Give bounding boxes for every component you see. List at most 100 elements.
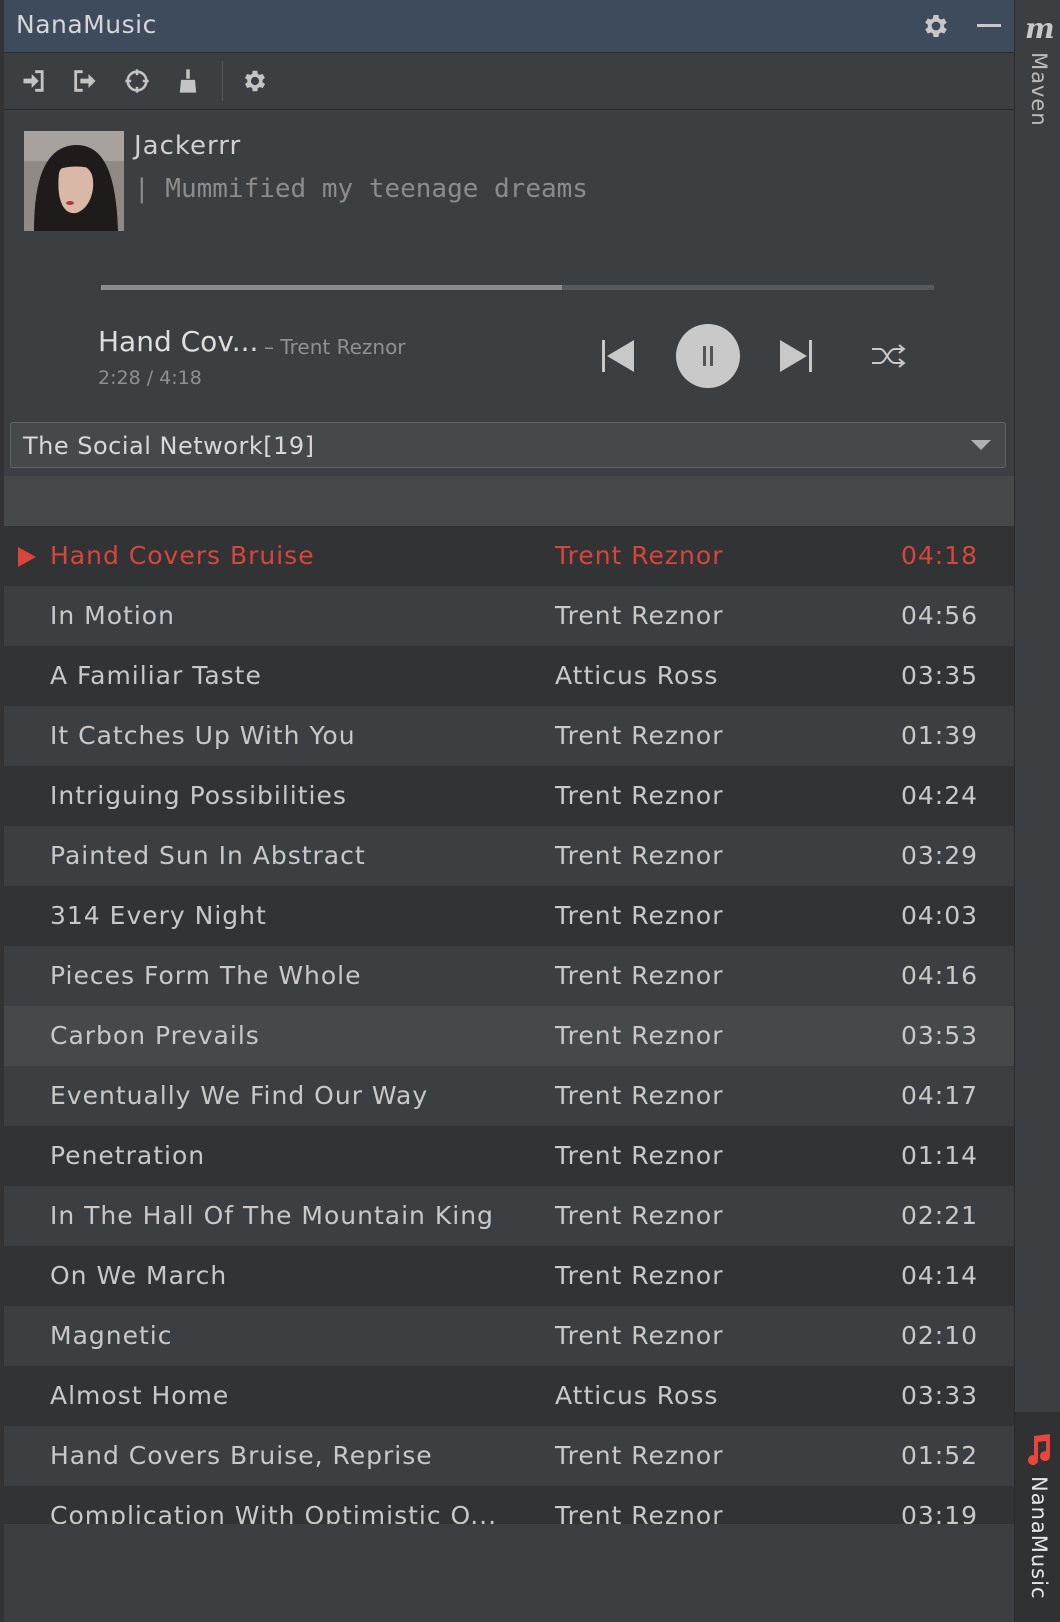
nanamusic-tab[interactable]: NanaMusic: [1015, 1412, 1060, 1622]
toolbar: [4, 53, 1014, 110]
track-artist: Trent Reznor: [555, 901, 724, 930]
now-playing-title: Hand Cov...: [98, 325, 259, 358]
track-title: Penetration: [50, 1141, 206, 1170]
track-duration: 01:14: [901, 1141, 979, 1170]
track-artist: Trent Reznor: [555, 961, 724, 990]
track-duration: 04:16: [901, 961, 979, 990]
username: Jackerrr: [134, 131, 242, 161]
track-title: Eventually We Find Our Way: [50, 1081, 429, 1110]
track-row[interactable]: Penetration Trent Reznor 01:14: [4, 1126, 1014, 1186]
track-artist: Trent Reznor: [555, 541, 724, 570]
track-title: In Motion: [50, 601, 175, 630]
track-title: Magnetic: [50, 1321, 173, 1350]
track-row[interactable]: Carbon Prevails Trent Reznor 03:53: [4, 1006, 1014, 1066]
playback-time: 2:28 / 4:18: [98, 367, 202, 389]
next-track-icon[interactable]: [776, 336, 816, 376]
track-duration: 02:21: [901, 1201, 979, 1230]
track-artist: Atticus Ross: [555, 1381, 719, 1410]
track-title: In The Hall Of The Mountain King: [50, 1201, 494, 1230]
settings-icon[interactable]: [239, 65, 271, 97]
track-duration: 03:35: [901, 661, 979, 690]
track-duration: 03:29: [901, 841, 979, 870]
toolbar-separator: [222, 61, 223, 101]
track-artist: Trent Reznor: [555, 1081, 724, 1110]
track-row[interactable]: In The Hall Of The Mountain King Trent Re…: [4, 1186, 1014, 1246]
maven-icon[interactable]: m: [1025, 12, 1055, 45]
track-artist: Trent Reznor: [555, 1141, 724, 1170]
track-duration: 02:10: [901, 1321, 979, 1350]
track-row[interactable]: Hand Covers Bruise, Reprise Trent Reznor 0…: [4, 1426, 1014, 1486]
track-title: 314 Every Night: [50, 901, 267, 930]
track-artist: Trent Reznor: [555, 1261, 724, 1290]
track-row[interactable]: Painted Sun In Abstract Trent Reznor 03:29: [4, 826, 1014, 886]
playlist-select[interactable]: The Social Network[19]: [10, 422, 1006, 468]
locate-icon[interactable]: [121, 65, 153, 97]
shuffle-icon[interactable]: [868, 340, 908, 372]
track-table: Hand Covers Bruise Trent Reznor 04:18 In Mo…: [4, 476, 1014, 1524]
track-row[interactable]: Intriguing Possibilities Trent Reznor 04:2…: [4, 766, 1014, 826]
track-duration: 04:24: [901, 781, 979, 810]
progress-fill: [101, 285, 562, 290]
track-artist: Trent Reznor: [555, 1501, 724, 1524]
track-duration: 01:52: [901, 1441, 979, 1470]
music-note-icon: [1024, 1434, 1052, 1466]
track-title: Painted Sun In Abstract: [50, 841, 366, 870]
chevron-down-icon: [971, 440, 991, 450]
track-artist: Trent Reznor: [555, 781, 724, 810]
track-row[interactable]: It Catches Up With You Trent Reznor 01:39: [4, 706, 1014, 766]
track-title: A Familiar Taste: [50, 661, 262, 690]
track-title: On We March: [50, 1261, 228, 1290]
track-row[interactable]: On We March Trent Reznor 04:14: [4, 1246, 1014, 1306]
track-title: Hand Covers Bruise, Reprise: [50, 1441, 433, 1470]
track-title: Complication With Optimistic O...: [50, 1501, 498, 1524]
track-title: Pieces Form The Whole: [50, 961, 362, 990]
pause-button[interactable]: [676, 324, 740, 388]
track-artist: Trent Reznor: [555, 601, 724, 630]
track-duration: 03:53: [901, 1021, 979, 1050]
track-artist: Trent Reznor: [555, 1321, 724, 1350]
track-row[interactable]: A Familiar Taste Atticus Ross 03:35: [4, 646, 1014, 706]
track-duration: 04:03: [901, 901, 979, 930]
playlist-select-value: The Social Network[19]: [23, 432, 315, 460]
progress-bar[interactable]: [101, 285, 934, 290]
user-signature: | Mummified my teenage dreams: [134, 174, 588, 204]
track-row[interactable]: Magnetic Trent Reznor 02:10: [4, 1306, 1014, 1366]
maven-tab[interactable]: Maven: [1027, 52, 1051, 127]
track-title: It Catches Up With You: [50, 721, 356, 750]
title-bar: NanaMusic: [4, 0, 1014, 53]
window-gear-icon[interactable]: [921, 11, 951, 41]
track-duration: 01:39: [901, 721, 979, 750]
track-row[interactable]: Almost Home Atticus Ross 03:33: [4, 1366, 1014, 1426]
logout-icon[interactable]: [69, 65, 101, 97]
previous-track-icon[interactable]: [598, 336, 638, 376]
track-row[interactable]: Hand Covers Bruise Trent Reznor 04:18: [4, 526, 1014, 586]
track-row[interactable]: Eventually We Find Our Way Trent Reznor 04…: [4, 1066, 1014, 1126]
clean-icon[interactable]: [172, 65, 204, 97]
track-artist: Atticus Ross: [555, 661, 719, 690]
tool-window: NanaMusic m Maven NanaMusic Jackerrr | M…: [0, 0, 1060, 1622]
login-icon[interactable]: [18, 65, 50, 97]
track-row[interactable]: Complication With Optimistic O... Trent R…: [4, 1486, 1014, 1524]
track-artist: Trent Reznor: [555, 721, 724, 750]
track-duration: 04:56: [901, 601, 979, 630]
track-artist: Trent Reznor: [555, 1441, 724, 1470]
track-row[interactable]: Pieces Form The Whole Trent Reznor 04:16: [4, 946, 1014, 1006]
track-duration: 04:18: [901, 541, 979, 570]
minimize-icon[interactable]: [977, 24, 1001, 27]
table-header: [4, 476, 1014, 526]
avatar[interactable]: [24, 131, 124, 231]
side-tool-stripe: m Maven NanaMusic: [1014, 0, 1060, 1622]
now-playing-indicator-icon: [18, 547, 36, 567]
window-title: NanaMusic: [16, 10, 157, 39]
track-duration: 03:33: [901, 1381, 979, 1410]
now-playing-artist: – Trent Reznor: [264, 335, 406, 359]
track-artist: Trent Reznor: [555, 1021, 724, 1050]
track-rows: Hand Covers Bruise Trent Reznor 04:18 In Mo…: [4, 526, 1014, 1524]
track-row[interactable]: 314 Every Night Trent Reznor 04:03: [4, 886, 1014, 946]
track-duration: 03:19: [901, 1501, 979, 1524]
table-empty-area: [4, 1524, 1014, 1622]
track-title: Carbon Prevails: [50, 1021, 260, 1050]
track-row[interactable]: In Motion Trent Reznor 04:56: [4, 586, 1014, 646]
nanamusic-tab-label: NanaMusic: [1027, 1476, 1051, 1600]
track-title: Hand Covers Bruise: [50, 541, 315, 570]
